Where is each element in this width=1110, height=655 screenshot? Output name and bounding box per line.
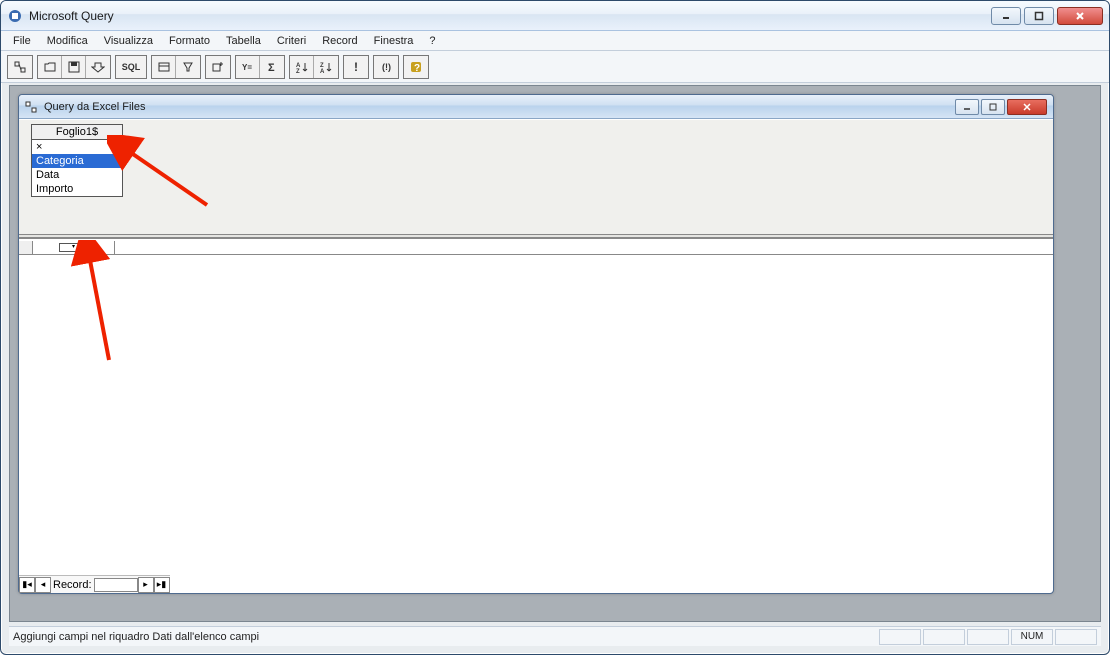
show-criteria-button[interactable] [176, 56, 200, 78]
sort-asc-button[interactable]: AZ [290, 56, 314, 78]
menu-visualizza[interactable]: Visualizza [96, 33, 161, 49]
table-header[interactable]: Foglio1$ [32, 125, 122, 140]
main-title: Microsoft Query [29, 9, 991, 23]
menu-modifica[interactable]: Modifica [39, 33, 96, 49]
main-titlebar: Microsoft Query [1, 1, 1109, 31]
main-window-controls [991, 7, 1103, 25]
record-label: Record: [51, 579, 94, 591]
child-window-controls [955, 99, 1047, 115]
field-item-categoria[interactable]: Categoria [32, 154, 122, 168]
svg-text:(!): (!) [382, 62, 391, 72]
minimize-button[interactable] [991, 7, 1021, 25]
save-button[interactable] [62, 56, 86, 78]
help-button[interactable]: ? [404, 56, 428, 78]
table-box-foglio1[interactable]: Foglio1$ × Categoria Data Importo [31, 124, 123, 197]
menu-finestra[interactable]: Finestra [366, 33, 422, 49]
main-window: Microsoft Query File Modifica Visualizza… [0, 0, 1110, 655]
status-indicator-5 [1055, 629, 1097, 645]
child-title: Query da Excel Files [44, 101, 955, 113]
return-data-button[interactable] [86, 56, 110, 78]
add-table-button[interactable] [206, 56, 230, 78]
menu-criteri[interactable]: Criteri [269, 33, 314, 49]
close-button[interactable] [1057, 7, 1103, 25]
data-grid-pane: ▾ [19, 241, 1053, 573]
field-list: × Categoria Data Importo [32, 140, 122, 196]
query-icon [25, 100, 39, 114]
status-indicator-num: NUM [1011, 629, 1053, 645]
menu-record[interactable]: Record [314, 33, 365, 49]
statusbar: Aggiungi campi nel riquadro Dati dall'el… [9, 626, 1101, 646]
auto-query-button[interactable]: (!) [374, 56, 398, 78]
field-item-all[interactable]: × [32, 140, 122, 154]
menu-file[interactable]: File [5, 33, 39, 49]
svg-text:A: A [320, 69, 325, 74]
svg-text:Σ: Σ [268, 62, 275, 74]
sql-button[interactable]: SQL [116, 56, 146, 78]
status-indicator-2 [923, 629, 965, 645]
column-combo-icon[interactable]: ▾ [59, 243, 89, 252]
field-item-importo[interactable]: Importo [32, 182, 122, 196]
field-item-data[interactable]: Data [32, 168, 122, 182]
status-text: Aggiungi campi nel riquadro Dati dall'el… [13, 631, 877, 643]
record-number-input[interactable] [94, 578, 138, 592]
run-query-button[interactable]: ! [344, 56, 368, 78]
menu-tabella[interactable]: Tabella [218, 33, 269, 49]
menu-help[interactable]: ? [421, 33, 443, 49]
tables-pane: Foglio1$ × Categoria Data Importo [19, 119, 1053, 239]
app-icon [7, 8, 23, 24]
new-query-button[interactable] [8, 56, 32, 78]
record-nav-bar: ▮◂ ◂ Record: ▸ ▸▮ [19, 575, 170, 593]
status-indicator-3 [967, 629, 1009, 645]
maximize-button[interactable] [1024, 7, 1054, 25]
record-next-button[interactable]: ▸ [138, 577, 154, 593]
totals-button[interactable]: Σ [260, 56, 284, 78]
column-header-1[interactable]: ▾ [33, 241, 115, 254]
svg-text:?: ? [414, 63, 420, 74]
record-last-button[interactable]: ▸▮ [154, 577, 170, 593]
svg-text:Z: Z [296, 69, 300, 74]
query-child-window: Query da Excel Files Foglio1$ × Categori… [18, 94, 1054, 594]
pane-divider[interactable] [19, 234, 1053, 238]
record-first-button[interactable]: ▮◂ [19, 577, 35, 593]
svg-text:!: ! [354, 60, 358, 74]
open-button[interactable] [38, 56, 62, 78]
svg-text:Y=: Y= [242, 63, 252, 72]
child-titlebar: Query da Excel Files [19, 95, 1053, 119]
mdi-client-area: Query da Excel Files Foglio1$ × Categori… [9, 85, 1101, 622]
child-maximize-button[interactable] [981, 99, 1005, 115]
menu-formato[interactable]: Formato [161, 33, 218, 49]
sort-desc-button[interactable]: ZA [314, 56, 338, 78]
show-tables-button[interactable] [152, 56, 176, 78]
record-prev-button[interactable]: ◂ [35, 577, 51, 593]
menubar: File Modifica Visualizza Formato Tabella… [1, 31, 1109, 51]
grid-header-row: ▾ [19, 241, 1053, 255]
toolbar: SQL Y= Σ AZ ZA ! (!) ? [1, 51, 1109, 83]
child-minimize-button[interactable] [955, 99, 979, 115]
row-selector-corner[interactable] [19, 241, 33, 254]
criteria-equals-button[interactable]: Y= [236, 56, 260, 78]
status-indicator-1 [879, 629, 921, 645]
child-close-button[interactable] [1007, 99, 1047, 115]
